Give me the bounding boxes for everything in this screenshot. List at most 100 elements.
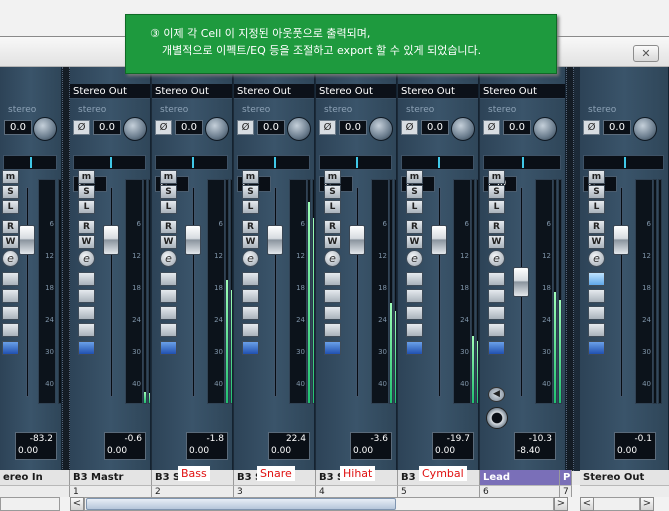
fader-track[interactable] (110, 187, 113, 397)
folder-button[interactable] (78, 323, 95, 337)
fader-track[interactable] (274, 187, 277, 397)
input-gain-value[interactable]: 0.0 (503, 120, 531, 135)
speaker-icon[interactable]: ◀ (488, 387, 505, 402)
input-gain-value[interactable]: 0.0 (339, 120, 367, 135)
solo-button[interactable]: S (2, 185, 19, 199)
insert-button[interactable] (2, 272, 19, 286)
send-button[interactable] (406, 306, 423, 320)
folder-button[interactable] (2, 323, 19, 337)
scroll-right-button[interactable]: > (640, 497, 654, 511)
gain-knob[interactable] (633, 117, 657, 141)
fader-track[interactable] (356, 187, 359, 397)
write-automation-button[interactable]: W (2, 235, 19, 249)
mute-button[interactable]: m (588, 170, 605, 184)
volume-fader[interactable] (431, 224, 447, 255)
read-automation-button[interactable]: R (160, 220, 177, 234)
instrument-icon[interactable] (78, 341, 95, 355)
edit-channel-button[interactable]: e (2, 250, 19, 267)
listen-button[interactable]: L (78, 200, 95, 214)
folder-button[interactable] (588, 323, 605, 337)
write-automation-button[interactable]: W (324, 235, 341, 249)
gain-knob[interactable] (33, 117, 57, 141)
listen-button[interactable]: L (160, 200, 177, 214)
eq-button[interactable] (160, 289, 177, 303)
instrument-icon[interactable] (588, 341, 605, 355)
pan-slider[interactable] (319, 155, 392, 170)
listen-button[interactable]: L (588, 200, 605, 214)
horizontal-scrollbar[interactable] (0, 497, 60, 511)
gain-knob[interactable] (533, 117, 557, 141)
eq-button[interactable] (2, 289, 19, 303)
level-readout[interactable]: -19.7 0.00 (432, 432, 474, 460)
send-button[interactable] (2, 306, 19, 320)
volume-fader[interactable] (103, 224, 119, 255)
send-button[interactable] (78, 306, 95, 320)
folder-button[interactable] (488, 323, 505, 337)
send-button[interactable] (324, 306, 341, 320)
folder-button[interactable] (242, 323, 259, 337)
gain-knob[interactable] (287, 117, 311, 141)
volume-fader[interactable] (513, 266, 529, 297)
level-readout[interactable]: -1.8 0.00 (186, 432, 228, 460)
read-automation-button[interactable]: R (242, 220, 259, 234)
level-readout[interactable]: -3.6 0.00 (350, 432, 392, 460)
solo-button[interactable]: S (488, 185, 505, 199)
mute-button[interactable]: m (78, 170, 95, 184)
phase-button[interactable]: Ø (483, 120, 500, 135)
mute-button[interactable]: m (160, 170, 177, 184)
gain-knob[interactable] (205, 117, 229, 141)
insert-button[interactable] (406, 272, 423, 286)
mute-button[interactable]: m (242, 170, 259, 184)
phase-button[interactable]: Ø (401, 120, 418, 135)
level-readout[interactable]: -83.2 0.00 (15, 432, 57, 460)
eq-button[interactable] (242, 289, 259, 303)
send-button[interactable] (588, 306, 605, 320)
write-automation-button[interactable]: W (160, 235, 177, 249)
insert-button[interactable] (324, 272, 341, 286)
edit-channel-button[interactable]: e (160, 250, 177, 267)
output-routing-select[interactable]: Stereo Out (70, 84, 150, 99)
solo-button[interactable]: S (78, 185, 95, 199)
phase-button[interactable]: Ø (73, 120, 90, 135)
read-automation-button[interactable]: R (488, 220, 505, 234)
input-gain-value[interactable]: 0.0 (257, 120, 285, 135)
channel-name[interactable]: ereo In (0, 470, 70, 485)
folder-button[interactable] (324, 323, 341, 337)
edit-channel-button[interactable]: e (588, 250, 605, 267)
channel-name[interactable]: B3 Mastr (70, 470, 152, 485)
phase-button[interactable]: Ø (319, 120, 336, 135)
instrument-icon[interactable] (488, 341, 505, 355)
send-button[interactable] (488, 306, 505, 320)
read-automation-button[interactable]: R (324, 220, 341, 234)
write-automation-button[interactable]: W (588, 235, 605, 249)
edit-channel-button[interactable]: e (406, 250, 423, 267)
solo-button[interactable]: S (588, 185, 605, 199)
mute-button[interactable]: m (2, 170, 19, 184)
listen-button[interactable]: L (2, 200, 19, 214)
mute-button[interactable]: m (488, 170, 505, 184)
insert-button[interactable] (160, 272, 177, 286)
gain-knob[interactable] (451, 117, 475, 141)
folder-button[interactable] (160, 323, 177, 337)
write-automation-button[interactable]: W (406, 235, 423, 249)
volume-fader[interactable] (185, 224, 201, 255)
send-button[interactable] (242, 306, 259, 320)
solo-button[interactable]: S (160, 185, 177, 199)
instrument-icon[interactable] (160, 341, 177, 355)
channel-name[interactable]: Stereo Out (580, 470, 669, 485)
read-automation-button[interactable]: R (588, 220, 605, 234)
record-enable-button[interactable] (486, 407, 508, 429)
send-button[interactable] (160, 306, 177, 320)
fader-track[interactable] (26, 187, 29, 397)
output-routing-select[interactable]: Stereo Out (152, 84, 232, 99)
insert-button[interactable] (242, 272, 259, 286)
edit-channel-button[interactable]: e (242, 250, 259, 267)
output-routing-select[interactable]: Stereo Out (480, 84, 565, 99)
insert-button[interactable] (488, 272, 505, 286)
pan-slider[interactable] (155, 155, 228, 170)
output-routing-select[interactable]: Stereo Out (234, 84, 314, 99)
scroll-left-button[interactable]: < (70, 497, 84, 511)
eq-button[interactable] (588, 289, 605, 303)
scroll-right-button[interactable]: > (554, 497, 568, 511)
instrument-icon[interactable] (2, 341, 19, 355)
